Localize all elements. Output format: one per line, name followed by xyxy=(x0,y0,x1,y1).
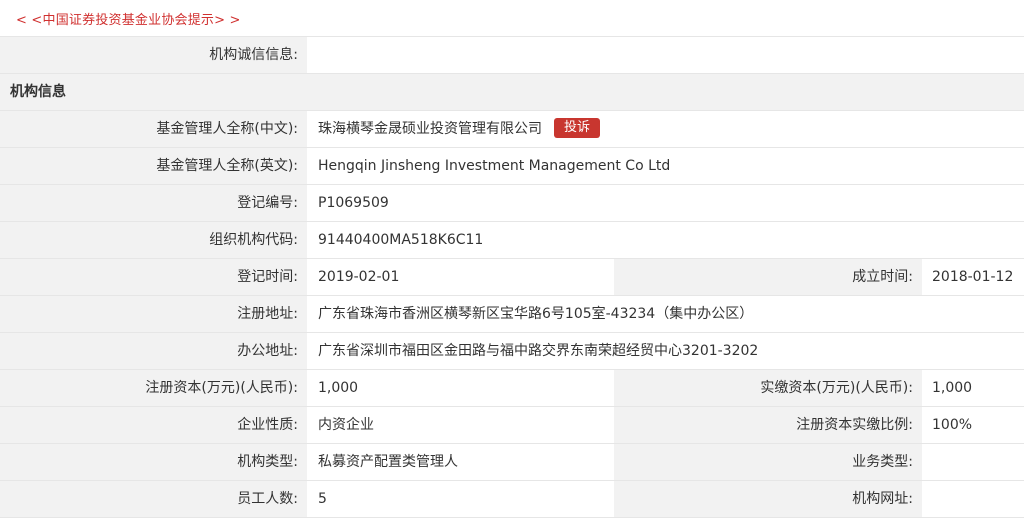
label-business-type: 业务类型: xyxy=(614,444,922,480)
value-reg-date: 2019-02-01 xyxy=(318,269,400,285)
value-nature: 内资企业 xyxy=(318,417,374,433)
row-nature: 企业性质: 内资企业 注册资本实缴比例: 100% xyxy=(0,407,1024,444)
credit-row: 机构诚信信息: xyxy=(0,37,1024,74)
row-employees: 员工人数: 5 机构网址: xyxy=(0,481,1024,518)
value-paid-ratio: 100% xyxy=(932,417,973,433)
row-name-cn: 基金管理人全称(中文): 珠海横琴金晟硕业投资管理有限公司 投诉 xyxy=(0,111,1024,148)
label-paid-capital: 实缴资本(万元)(人民币): xyxy=(614,370,922,406)
value-name-cn: 珠海横琴金晟硕业投资管理有限公司 投诉 xyxy=(318,111,601,147)
value-reg-address: 广东省珠海市香洲区横琴新区宝华路6号105室-43234（集中办公区） xyxy=(318,306,754,322)
label-reg-capital: 注册资本(万元)(人民币): xyxy=(0,370,307,406)
label-employees: 员工人数: xyxy=(0,481,307,517)
label-org-code: 组织机构代码: xyxy=(0,222,307,258)
label-reg-date: 登记时间: xyxy=(0,259,307,295)
value-inst-type: 私募资产配置类管理人 xyxy=(318,454,458,470)
value-employees: 5 xyxy=(318,491,327,507)
label-reg-no: 登记编号: xyxy=(0,185,307,221)
credit-label: 机构诚信信息: xyxy=(0,37,307,73)
section-title: 机构信息 xyxy=(0,74,1024,111)
value-org-code: 91440400MA518K6C11 xyxy=(318,232,484,248)
value-reg-no: P1069509 xyxy=(318,195,389,211)
row-inst-type: 机构类型: 私募资产配置类管理人 业务类型: xyxy=(0,444,1024,481)
label-reg-address: 注册地址: xyxy=(0,296,307,332)
label-inst-type: 机构类型: xyxy=(0,444,307,480)
label-nature: 企业性质: xyxy=(0,407,307,443)
label-website: 机构网址: xyxy=(614,481,922,517)
row-name-en: 基金管理人全称(英文): Hengqin Jinsheng Investment… xyxy=(0,148,1024,185)
value-reg-capital: 1,000 xyxy=(318,380,359,396)
label-name-cn: 基金管理人全称(中文): xyxy=(0,111,307,147)
value-office-address: 广东省深圳市福田区金田路与福中路交界东南荣超经贸中心3201-3202 xyxy=(318,343,759,359)
row-org-code: 组织机构代码: 91440400MA518K6C11 xyxy=(0,222,1024,259)
row-dates: 登记时间: 2019-02-01 成立时间: 2018-01-12 xyxy=(0,259,1024,296)
row-office-address: 办公地址: 广东省深圳市福田区金田路与福中路交界东南荣超经贸中心3201-320… xyxy=(0,333,1024,370)
label-paid-ratio: 注册资本实缴比例: xyxy=(614,407,922,443)
label-office-address: 办公地址: xyxy=(0,333,307,369)
row-capital: 注册资本(万元)(人民币): 1,000 实缴资本(万元)(人民币): 1,00… xyxy=(0,370,1024,407)
value-paid-capital: 1,000 xyxy=(932,380,973,396)
value-est-date: 2018-01-12 xyxy=(932,269,1014,285)
row-reg-no: 登记编号: P1069509 xyxy=(0,185,1024,222)
label-name-en: 基金管理人全称(英文): xyxy=(0,148,307,184)
notice-link[interactable]: < <中国证券投资基金业协会提示> > xyxy=(0,0,1024,37)
name-cn-text: 珠海横琴金晟硕业投资管理有限公司 xyxy=(318,121,542,137)
complaint-button[interactable]: 投诉 xyxy=(554,118,601,138)
label-est-date: 成立时间: xyxy=(614,259,922,295)
row-reg-address: 注册地址: 广东省珠海市香洲区横琴新区宝华路6号105室-43234（集中办公区… xyxy=(0,296,1024,333)
value-name-en: Hengqin Jinsheng Investment Management C… xyxy=(318,158,671,174)
